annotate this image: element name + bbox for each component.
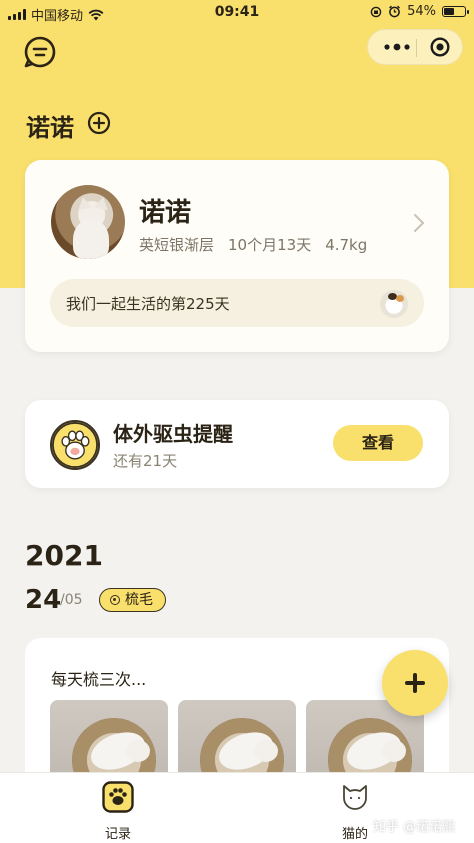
cat-face-icon bbox=[343, 785, 367, 810]
deworming-reminder-card: 体外驱虫提醒 还有21天 查看 bbox=[25, 400, 449, 488]
mini-pet-avatar bbox=[380, 290, 408, 318]
tab-records[interactable]: 记录 bbox=[73, 781, 163, 842]
view-reminder-button[interactable]: 查看 bbox=[333, 425, 423, 461]
reminder-countdown: 还有21天 bbox=[113, 452, 178, 470]
days-together-bar: 我们一起生活的第225天 bbox=[50, 279, 424, 327]
timeline-month: /05 bbox=[60, 592, 83, 608]
status-right: 54% bbox=[370, 4, 469, 19]
pet-info: 英短银渐层 10个月13天 4.7kg bbox=[139, 234, 381, 255]
alarm-icon bbox=[389, 5, 401, 18]
chevron-right-icon[interactable] bbox=[412, 212, 426, 234]
more-dots-icon[interactable] bbox=[382, 39, 412, 55]
target-circle-icon[interactable] bbox=[430, 37, 450, 57]
chat-menu-icon[interactable] bbox=[23, 35, 57, 69]
pet-profile-card[interactable]: 诺诺 英短银渐层 10个月13天 4.7kg 我们一起生活的第225天 bbox=[25, 160, 449, 352]
tag-label: 梳毛 bbox=[125, 591, 153, 608]
orientation-lock-icon bbox=[370, 6, 382, 17]
record-text: 每天梳三次... bbox=[51, 670, 147, 689]
paw-badge-icon bbox=[50, 420, 100, 470]
status-bar: 中国移动 09:41 54% bbox=[0, 0, 474, 26]
pet-age: 10个月13天 bbox=[228, 236, 312, 254]
timeline-year: 2021 bbox=[25, 539, 103, 572]
mini-program-capsule bbox=[367, 29, 463, 65]
pet-name: 诺诺 bbox=[139, 198, 192, 228]
pet-avatar bbox=[51, 185, 125, 259]
paw-icon bbox=[102, 781, 134, 813]
tab-records-label: 记录 bbox=[104, 827, 131, 842]
pet-weight: 4.7kg bbox=[325, 236, 368, 254]
pet-switcher-title[interactable]: 诺诺 bbox=[26, 108, 74, 143]
battery-icon bbox=[442, 6, 469, 17]
watermark-text: 知乎 @诺诺熙 bbox=[373, 820, 456, 835]
add-record-button[interactable] bbox=[382, 650, 448, 716]
days-together-text: 我们一起生活的第225天 bbox=[66, 295, 230, 313]
capsule-divider bbox=[416, 39, 417, 57]
battery-percent: 54% bbox=[407, 4, 436, 19]
tag-dot-icon bbox=[110, 595, 120, 605]
grooming-tag: 梳毛 bbox=[99, 588, 166, 612]
pet-breed: 英短银渐层 bbox=[139, 236, 215, 254]
reminder-title: 体外驱虫提醒 bbox=[113, 422, 233, 446]
timeline-day: 24 bbox=[25, 585, 62, 615]
battery-fill bbox=[444, 8, 454, 15]
add-circle-icon[interactable] bbox=[87, 111, 111, 135]
